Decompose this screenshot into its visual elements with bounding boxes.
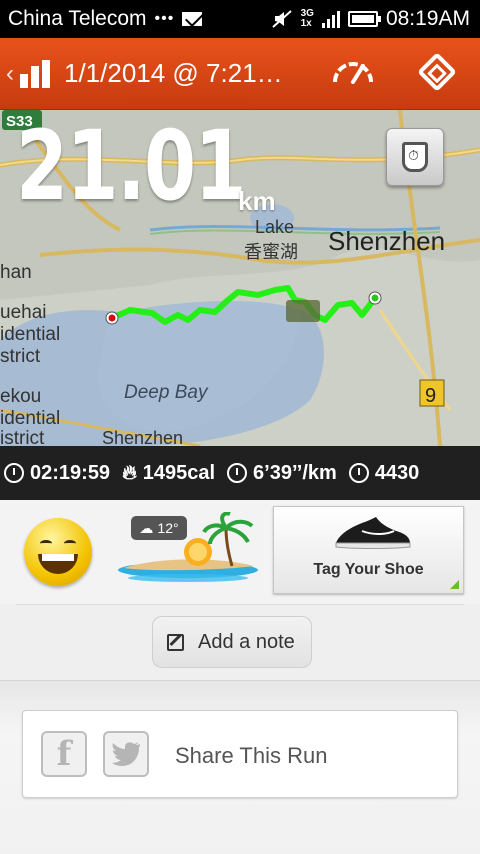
calories-stat: 🔥︎ 1495cal [122, 462, 215, 485]
stopwatch-icon [4, 463, 24, 483]
map-label: idential [0, 408, 60, 429]
duration-stat: 02:19:59 [4, 462, 110, 485]
add-note-label: Add a note [198, 630, 295, 653]
map-label: uehai [0, 302, 47, 323]
pace-icon [227, 463, 248, 483]
clock: 08:19AM [385, 7, 470, 30]
navigation-diamond-icon[interactable] [417, 52, 457, 92]
shoe-icon [335, 517, 411, 549]
add-note-button[interactable]: Add a note [152, 616, 312, 668]
stopwatch-badge-icon [402, 142, 428, 172]
route-number-label: 9 [425, 385, 436, 407]
gauge-icon[interactable] [330, 56, 376, 86]
distance-unit: km [238, 186, 276, 216]
calories-value: 1495cal [142, 461, 216, 484]
elevation-stat: 4430 [348, 461, 420, 485]
back-chevron-icon[interactable]: ‹ [6, 60, 14, 88]
edit-note-icon [167, 633, 184, 651]
tag-shoe-label: Tag Your Shoe [313, 561, 424, 578]
lake-label: Lake [255, 217, 294, 237]
run-title: 1/1/2014 @ 7:21… [64, 58, 283, 88]
more-dots: ••• [154, 10, 175, 27]
stats-bar: 02:19:59 🔥︎ 1495cal 6’39’’/km 4430 [0, 446, 480, 500]
duration-value: 02:19:59 [30, 461, 111, 484]
mood-smiley-icon[interactable] [24, 518, 92, 586]
battery-icon [347, 11, 381, 27]
map-label: idential [0, 324, 60, 345]
city-label: Shenzhen [328, 226, 445, 256]
tag-shoe-button[interactable]: Tag Your Shoe [273, 506, 464, 594]
action-bar: ‹ 1/1/2014 @ 7:21… [0, 38, 480, 110]
mail-icon [182, 12, 203, 26]
pace-stat: 6’39’’/km [227, 462, 337, 485]
map-label: han [0, 262, 32, 283]
mute-icon [271, 10, 292, 28]
elevation-icon [348, 463, 369, 483]
facebook-icon[interactable]: f [41, 731, 87, 777]
status-bar: China Telecom ••• 3G 1x 08:19AM [0, 0, 480, 38]
lake-cn-label: 香蜜湖 [244, 242, 298, 262]
divider [16, 604, 464, 605]
elevation-value: 4430 [374, 461, 420, 484]
map-label: ekou [0, 386, 41, 407]
share-run-card[interactable]: f Share This Run [22, 710, 458, 798]
activity-bars-icon[interactable] [20, 59, 50, 88]
map-label: strict [0, 346, 41, 367]
distance-value: 21.01 [16, 110, 247, 222]
bay-label: Deep Bay [124, 382, 209, 403]
stopwatch-button[interactable] [386, 128, 444, 186]
pace-value: 6’39’’/km [253, 461, 337, 484]
share-run-label: Share This Run [175, 743, 328, 768]
district-label: Shenzhen [102, 428, 183, 446]
map-label: istrict [0, 428, 45, 446]
temperature-pill: ☁ 12° [131, 516, 187, 540]
twitter-icon[interactable] [103, 731, 149, 777]
signal-icon [321, 10, 340, 28]
flame-icon: 🔥︎ [122, 461, 137, 484]
carrier-name: China Telecom [8, 7, 147, 30]
temperature-value: 12° [157, 520, 179, 536]
corner-indicator-icon [450, 580, 459, 589]
network-type: 3G 1x [300, 8, 314, 29]
cloud-icon: ☁ [139, 519, 154, 536]
